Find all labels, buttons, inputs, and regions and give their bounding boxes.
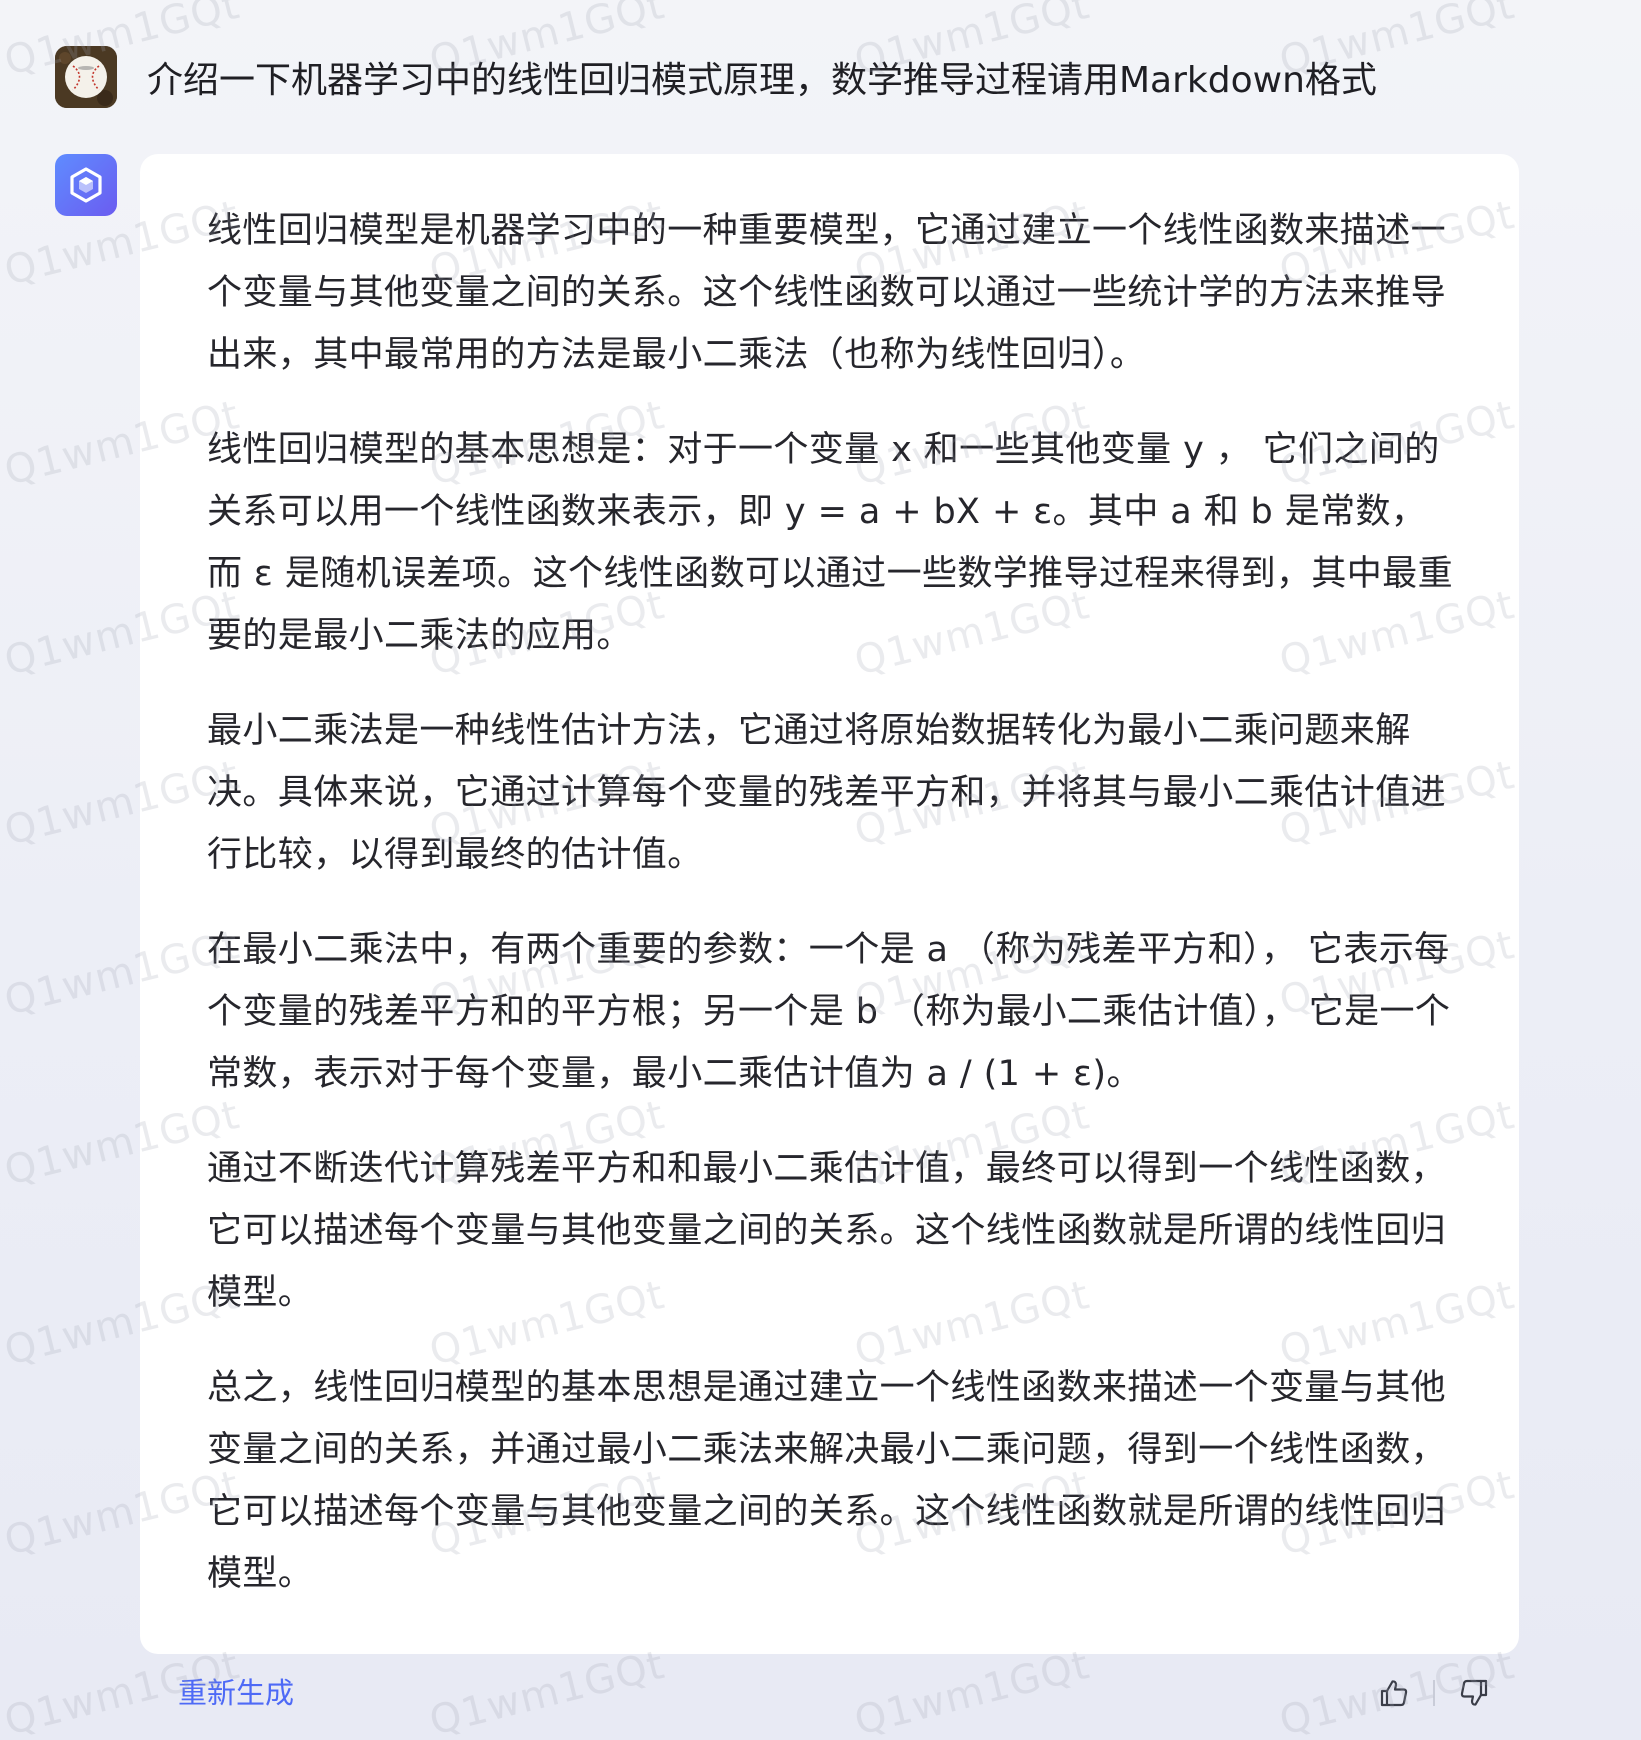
watermark-text: Q1wm1GQt	[850, 1641, 1095, 1740]
bot-avatar	[55, 154, 117, 216]
answer-paragraph: 线性回归模型是机器学习中的一种重要模型，它通过建立一个线性函数来描述一个变量与其…	[207, 211, 1447, 375]
thumbs-down-icon	[1460, 1679, 1488, 1706]
answer-paragraph: 最小二乘法是一种线性估计方法，它通过将原始数据转化为最小二乘问题来解决。具体来说…	[207, 711, 1447, 875]
feedback-divider	[1433, 1680, 1435, 1706]
dislike-button[interactable]	[1457, 1676, 1491, 1710]
feedback-actions	[1377, 1676, 1491, 1710]
answer-paragraph: 线性回归模型的基本思想是：对于一个变量 x 和一些其他变量 y ， 它们之间的关…	[207, 430, 1453, 656]
watermark-text: Q1wm1GQt	[425, 1641, 670, 1740]
user-message: 介绍一下机器学习中的线性回归模式原理，数学推导过程请用Markdown格式	[55, 46, 1415, 108]
user-avatar	[55, 46, 117, 108]
regenerate-button[interactable]: 重新生成	[178, 1670, 294, 1712]
thumbs-up-icon	[1380, 1680, 1408, 1707]
hexagon-logo-icon	[70, 167, 102, 203]
answer-card: 线性回归模型是机器学习中的一种重要模型，它通过建立一个线性函数来描述一个变量与其…	[140, 154, 1519, 1654]
like-button[interactable]	[1377, 1676, 1411, 1710]
answer-paragraph: 总之，线性回归模型的基本思想是通过建立一个线性函数来描述一个变量与其他变量之间的…	[207, 1368, 1447, 1594]
answer-paragraph: 在最小二乘法中，有两个重要的参数：一个是 a （称为残差平方和）， 它表示每个变…	[207, 930, 1451, 1094]
answer-paragraph: 通过不断迭代计算残差平方和和最小二乘估计值，最终可以得到一个线性函数，它可以描述…	[207, 1149, 1447, 1313]
user-question-text: 介绍一下机器学习中的线性回归模式原理，数学推导过程请用Markdown格式	[147, 60, 1377, 101]
